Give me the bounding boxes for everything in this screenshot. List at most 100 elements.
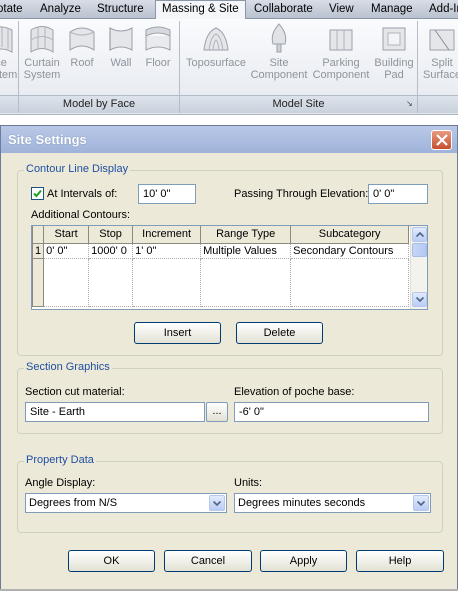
curtain-system-button[interactable]: Curtain System xyxy=(22,22,62,81)
browse-material-button[interactable]: ... xyxy=(206,402,228,422)
button-label: Pad xyxy=(384,69,404,81)
scroll-up-button[interactable] xyxy=(412,227,427,242)
cell-empty[interactable] xyxy=(290,258,410,307)
curtain-system-button-partial[interactable]: ce ystem xyxy=(0,22,18,81)
curtain-system-icon xyxy=(30,26,54,53)
button-label: Curtain xyxy=(24,57,60,69)
tab-add-ins[interactable]: Add-In xyxy=(429,1,458,19)
at-intervals-checkbox[interactable] xyxy=(31,187,44,200)
apply-button[interactable]: Apply xyxy=(260,550,347,572)
dialog-titlebar[interactable]: Site Settings xyxy=(1,126,457,153)
column-header-subcategory[interactable]: Subcategory xyxy=(290,226,410,244)
button-label: Parking xyxy=(322,57,360,69)
passing-through-elevation-input[interactable]: 0' 0" xyxy=(368,184,428,204)
table-row-empty[interactable] xyxy=(32,257,410,307)
chevron-down-icon xyxy=(416,297,424,302)
cell-empty[interactable] xyxy=(43,258,90,307)
group-label-model-site: Model Site xyxy=(180,95,417,113)
units-select[interactable]: Degrees minutes seconds xyxy=(234,493,431,513)
help-button[interactable]: Help xyxy=(356,550,444,572)
button-label: Surface xyxy=(423,69,458,81)
dialog-launcher-icon[interactable]: ↘ xyxy=(406,99,413,108)
column-header-range-type[interactable]: Range Type xyxy=(200,226,292,244)
interval-input[interactable]: 10' 0" xyxy=(138,184,196,204)
tab-massing-site[interactable]: Massing & Site xyxy=(155,0,246,20)
cell-empty[interactable] xyxy=(132,258,202,307)
column-header-increment[interactable]: Increment xyxy=(132,226,202,244)
angle-display-value: Degrees from N/S xyxy=(29,497,118,509)
cell-increment[interactable]: 1' 0" xyxy=(132,243,202,259)
table-row[interactable]: 1 0' 0" 1000' 0 1' 0" Multiple Values Se… xyxy=(32,242,410,259)
cell-subcategory[interactable]: Secondary Contours xyxy=(290,243,410,259)
cell-empty[interactable] xyxy=(88,258,134,307)
button-label: Roof xyxy=(70,57,94,69)
additional-contours-grid[interactable]: Start Stop Increment Range Type Subcateg… xyxy=(31,225,428,310)
curtain-system-icon xyxy=(0,26,13,53)
units-label: Units: xyxy=(234,477,263,489)
table-header-row: Start Stop Increment Range Type Subcateg… xyxy=(32,226,410,244)
cell-stop[interactable]: 1000' 0 xyxy=(88,243,134,259)
floor-by-face-button[interactable]: Floor xyxy=(141,22,175,69)
column-header-start[interactable]: Start xyxy=(43,226,90,244)
button-label: Floor xyxy=(145,57,171,69)
cell-start[interactable]: 0' 0" xyxy=(43,243,90,259)
wall-by-face-icon xyxy=(109,27,133,51)
tab-manage[interactable]: Manage xyxy=(371,1,413,19)
button-label: Site xyxy=(269,57,289,69)
chevron-down-icon xyxy=(417,501,425,506)
contours-table: Start Stop Increment Range Type Subcateg… xyxy=(32,226,410,307)
roof-by-face-icon xyxy=(69,27,95,51)
close-button[interactable] xyxy=(431,130,452,150)
site-component-button[interactable]: Site Component xyxy=(249,22,309,81)
cell-range-type[interactable]: Multiple Values xyxy=(200,243,292,259)
chevron-up-icon xyxy=(416,232,424,237)
toposurface-button[interactable]: Toposurface xyxy=(184,22,248,69)
split-surface-icon xyxy=(429,29,455,51)
property-data-legend: Property Data xyxy=(24,454,96,466)
tab-analyze[interactable]: Analyze xyxy=(40,1,81,19)
angle-display-label: Angle Display: xyxy=(25,477,96,489)
ribbon-panel: ce ystem Curtain System Roof Wall Floor … xyxy=(0,19,458,115)
dropdown-button[interactable] xyxy=(209,495,225,511)
group-label-partial xyxy=(418,95,458,113)
tab-collaborate[interactable]: Collaborate xyxy=(254,1,313,19)
parking-component-button[interactable]: Parking Component xyxy=(311,22,371,81)
group-label-model-by-face: Model by Face xyxy=(19,95,179,113)
tab-rotate[interactable]: otate xyxy=(0,1,23,19)
floor-by-face-icon xyxy=(145,26,171,51)
ok-button[interactable]: OK xyxy=(68,550,155,572)
row-number[interactable]: 1 xyxy=(32,242,45,259)
poche-base-input[interactable]: -6' 0" xyxy=(234,402,429,422)
roof-by-face-button[interactable]: Roof xyxy=(65,22,99,69)
grid-vertical-scrollbar[interactable] xyxy=(410,226,427,309)
tab-structure[interactable]: Structure xyxy=(97,1,144,19)
wall-by-face-button[interactable]: Wall xyxy=(104,22,138,69)
tree-icon xyxy=(271,23,287,53)
button-label: ce xyxy=(0,57,7,69)
cell-empty[interactable] xyxy=(200,258,292,307)
building-pad-button[interactable]: Building Pad xyxy=(372,22,416,81)
scroll-down-button[interactable] xyxy=(412,292,427,307)
button-label: Building xyxy=(374,57,414,69)
units-value: Degrees minutes seconds xyxy=(238,497,366,509)
row-header-corner xyxy=(32,226,45,244)
chevron-down-icon xyxy=(213,501,221,506)
column-header-stop[interactable]: Stop xyxy=(88,226,134,244)
button-label: ystem xyxy=(0,69,18,81)
dropdown-button[interactable] xyxy=(413,495,429,511)
section-cut-material-label: Section cut material: xyxy=(25,386,125,398)
cancel-button[interactable]: Cancel xyxy=(164,550,252,572)
split-surface-button[interactable]: Split Surface xyxy=(420,22,458,81)
delete-button[interactable]: Delete xyxy=(236,322,323,344)
tab-view[interactable]: View xyxy=(329,1,354,19)
section-cut-material-input[interactable]: Site - Earth xyxy=(25,402,205,422)
insert-button[interactable]: Insert xyxy=(134,322,221,344)
button-label: Component xyxy=(250,69,308,81)
section-graphics-group: Section Graphics xyxy=(17,361,443,434)
parking-icon xyxy=(329,29,353,51)
angle-display-select[interactable]: Degrees from N/S xyxy=(25,493,227,513)
passing-through-elevation-label: Passing Through Elevation: xyxy=(234,188,369,200)
contour-line-display-legend: Contour Line Display xyxy=(24,163,131,175)
scroll-thumb[interactable] xyxy=(412,243,427,257)
site-settings-dialog: Site Settings Contour Line Display At In… xyxy=(0,125,458,590)
